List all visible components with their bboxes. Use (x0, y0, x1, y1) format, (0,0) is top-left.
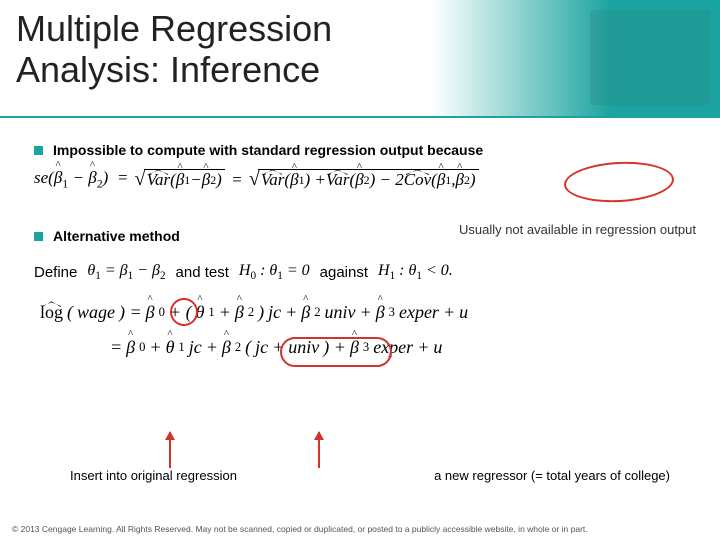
bullet-1-text: Impossible to compute with standard regr… (53, 142, 483, 158)
bullet-icon (34, 146, 43, 155)
arrow-to-regressor (318, 432, 320, 468)
slide-title: Multiple Regression Analysis: Inference (0, 0, 720, 91)
bullet-2-text: Alternative method (53, 228, 180, 244)
slide-body: Impossible to compute with standard regr… (0, 118, 720, 358)
red-circle-cov (563, 159, 675, 205)
h0: H0 : θ1 = 0 (239, 262, 310, 282)
eqn-line-1: log(wage) = β0 + (θ1 + β2)jc + β2univ + … (40, 302, 696, 323)
h1: H1 : θ1 < 0. (378, 262, 453, 282)
callout-regressor: a new regressor (= total years of colleg… (434, 468, 670, 483)
callout-row: Insert into original regression a new re… (70, 468, 670, 483)
define-row: Define θ1 = β1 − β2 and test H0 : θ1 = 0… (34, 262, 696, 282)
title-line-1: Multiple Regression (16, 8, 332, 49)
bullet-2: Alternative method (34, 228, 180, 244)
word-against: against (320, 264, 368, 281)
regression-equations: log(wage) = β0 + (θ1 + β2)jc + β2univ + … (40, 302, 696, 358)
word-define: Define (34, 264, 77, 281)
annotation-cov: Usually not available in regression outp… (459, 222, 696, 237)
bullet-1: Impossible to compute with standard regr… (34, 142, 696, 158)
arrow-to-theta (169, 432, 171, 468)
word-and-test: and test (176, 264, 229, 281)
se-formula: se(β1 − β2) = Var(β1 − β2) = Var(β1) + V… (34, 168, 696, 204)
title-line-2: Analysis: Inference (16, 49, 320, 90)
red-circle-theta (170, 298, 198, 326)
copyright-footer: © 2013 Cengage Learning. All Rights Rese… (0, 524, 720, 534)
theta-def: θ1 = β1 − β2 (87, 262, 165, 282)
bullet-2-row: Alternative method Usually not available… (34, 222, 696, 244)
callout-insert: Insert into original regression (70, 468, 237, 483)
slide-header: Multiple Regression Analysis: Inference (0, 0, 720, 118)
red-circle-regressor (280, 337, 392, 367)
bullet-icon (34, 232, 43, 241)
